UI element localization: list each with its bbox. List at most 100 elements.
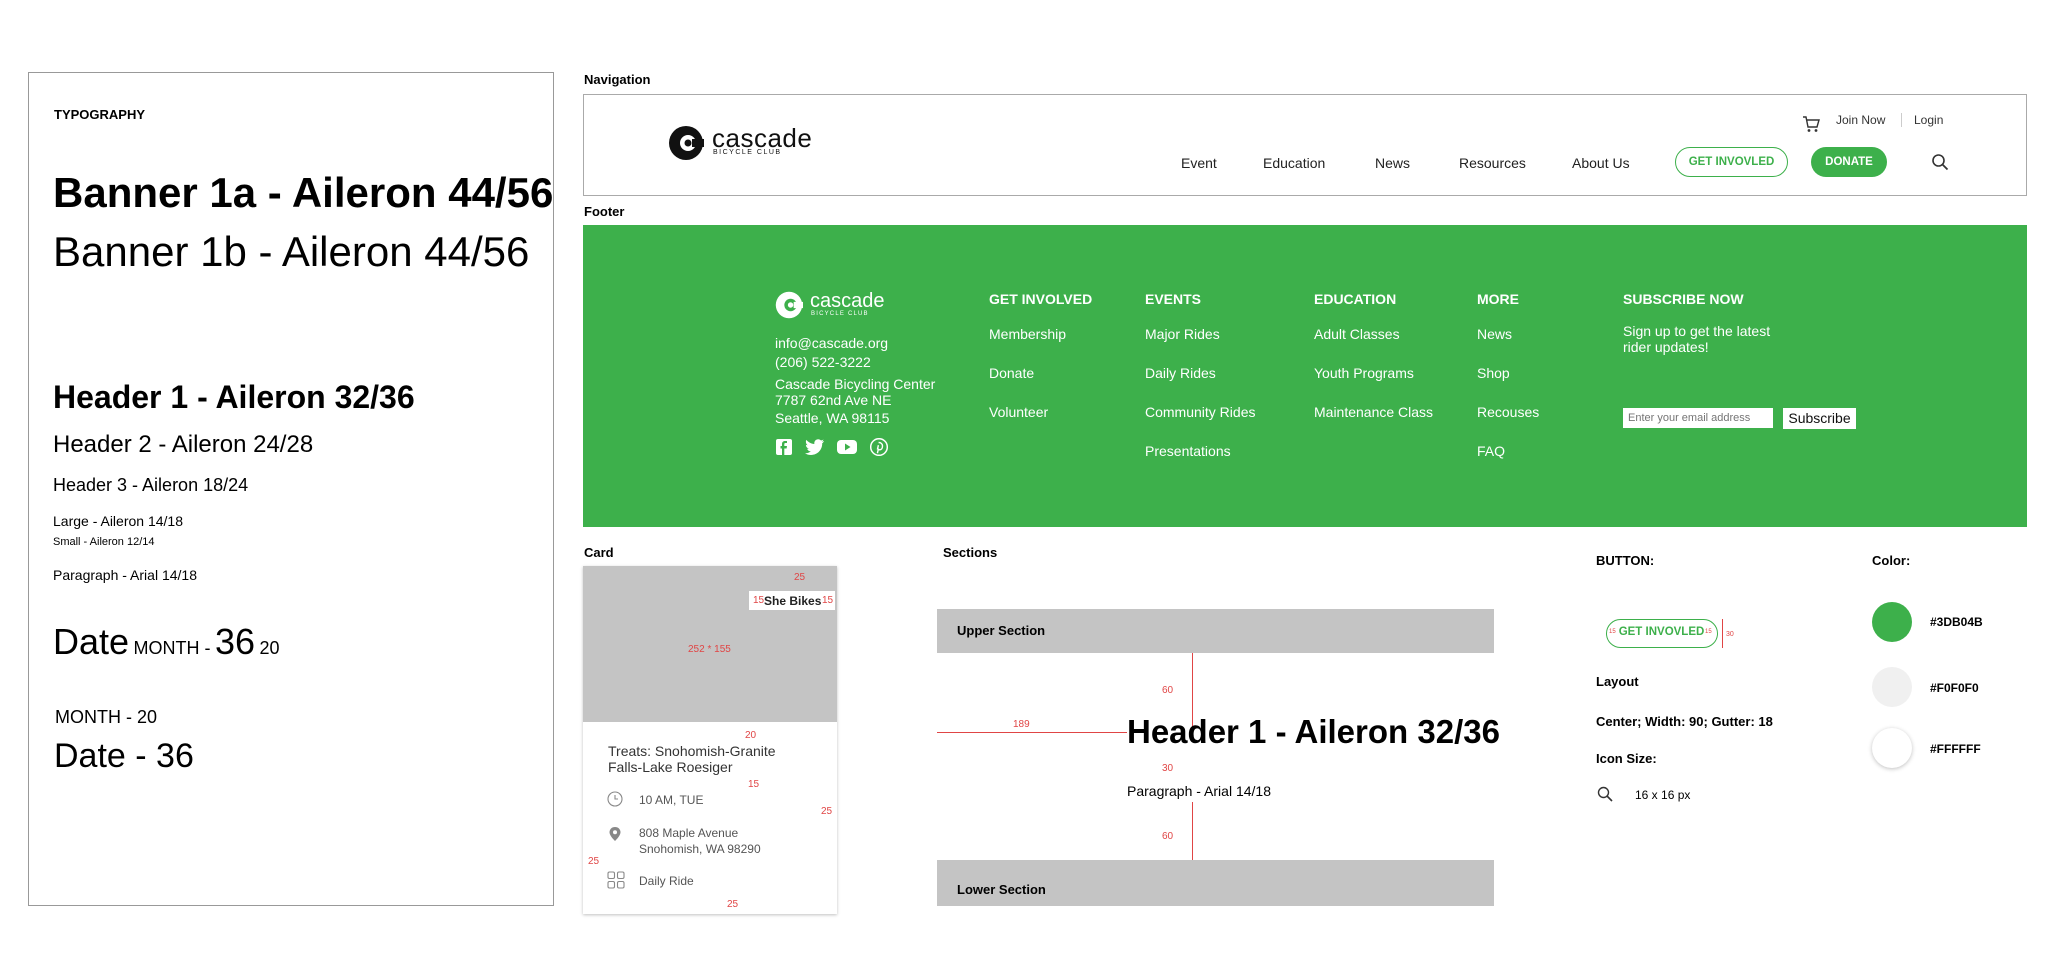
spacing-line-bottom (1192, 802, 1193, 860)
typography-panel: TYPOGRAPHY Banner 1a - Aileron 44/56 Ban… (28, 72, 554, 906)
footer-col-events-heading: EVENTS (1145, 291, 1202, 307)
color-swatch-white-label: #FFFFFF (1930, 742, 1981, 756)
button-height-line (1722, 619, 1723, 648)
subscribe-email-input[interactable] (1623, 408, 1773, 428)
footer-email[interactable]: info@cascade.org (775, 335, 888, 352)
date-year: 20 (259, 638, 280, 658)
date-sample-a: Date MONTH - 36 20 (53, 621, 279, 663)
footer-address-line-1: Cascade Bicycling Center (775, 376, 936, 392)
typography-title: TYPOGRAPHY (54, 107, 146, 122)
footer: cascade BICYCLE CLUB info@cascade.org (2… (583, 225, 2027, 527)
sections-spacing-bottom: 60 (1162, 831, 1174, 842)
footer-link-membership[interactable]: Membership (989, 326, 1066, 342)
footer-phone[interactable]: (206) 522-3222 (775, 354, 871, 371)
search-icon[interactable] (1931, 153, 1949, 171)
card-time: 10 AM, TUE (639, 793, 704, 807)
footer-link-shop[interactable]: Shop (1477, 365, 1510, 381)
button-spec-sample-label: GET INVOVLED (1618, 626, 1705, 638)
subscribe-button[interactable]: Subscribe (1783, 408, 1856, 429)
small-sample: Small - Aileron 12/14 (53, 536, 155, 548)
lower-section-label: Lower Section (957, 882, 1046, 897)
join-now-link[interactable]: Join Now (1836, 113, 1885, 127)
event-card[interactable]: 25 15 She Bikes 15 252 * 155 20 Treats: … (583, 566, 837, 914)
layout-value: Center; Width: 90; Gutter: 18 (1596, 714, 1773, 729)
footer-link-major-rides[interactable]: Major Rides (1145, 326, 1220, 342)
color-label: Color: (1872, 553, 1911, 568)
nav-item-event[interactable]: Event (1181, 155, 1217, 171)
cascade-logo-icon (669, 126, 704, 160)
spacing-line-left (937, 732, 1127, 733)
button-spec-height: 30 (1726, 631, 1734, 638)
card-address-line-2: Snohomish, WA 98290 (639, 842, 761, 856)
footer-address-line-3: Seattle, WA 98115 (775, 410, 890, 426)
nav-logo-sub: BICYCLE CLUB (713, 149, 782, 156)
footer-logo-sub: BICYCLE CLUB (811, 311, 869, 317)
sections-spacing-left: 189 (1013, 719, 1030, 730)
card-title-line-2: Falls-Lake Roesiger (608, 759, 733, 775)
header-3-sample: Header 3 - Aileron 18/24 (53, 475, 249, 495)
footer-link-maintenance-class[interactable]: Maintenance Class (1314, 404, 1433, 420)
card-spacing-tag-right: 15 (822, 595, 834, 606)
footer-logo-word: cascade (810, 290, 885, 312)
color-swatch-light-gray-label: #F0F0F0 (1930, 681, 1979, 695)
sections-section-label: Sections (943, 545, 998, 560)
footer-link-daily-rides[interactable]: Daily Rides (1145, 365, 1216, 381)
footer-link-news[interactable]: News (1477, 326, 1512, 342)
banner-1a-sample: Banner 1a - Aileron 44/56 (53, 169, 554, 216)
location-pin-icon (609, 827, 621, 841)
footer-col-education-heading: EDUCATION (1314, 291, 1397, 307)
large-sample: Large - Aileron 14/18 (53, 513, 183, 529)
twitter-icon[interactable] (805, 438, 825, 456)
card-image-size: 252 * 155 (688, 644, 731, 655)
card-tag: She Bikes (764, 594, 822, 608)
search-icon (1597, 786, 1613, 802)
nav-item-about-us[interactable]: About Us (1572, 155, 1630, 171)
nav-item-news[interactable]: News (1375, 155, 1410, 171)
cart-icon[interactable] (1802, 115, 1820, 133)
card-spacing-title-gap: 15 (748, 779, 760, 790)
footer-link-youth-programs[interactable]: Youth Programs (1314, 365, 1414, 381)
paragraph-sample: Paragraph - Arial 14/18 (53, 567, 197, 583)
color-swatch-green (1872, 602, 1912, 642)
date-sample-b-date: Date - 36 (54, 737, 194, 775)
card-title-line-1: Treats: Snohomish-Granite (608, 743, 776, 759)
layout-label: Layout (1596, 674, 1639, 689)
footer-link-volunteer[interactable]: Volunteer (989, 404, 1048, 420)
sections-spacing-top: 60 (1162, 685, 1174, 696)
header-1-sample: Header 1 - Aileron 32/36 (53, 379, 415, 415)
pinterest-icon[interactable] (870, 438, 888, 456)
nav-item-resources[interactable]: Resources (1459, 155, 1526, 171)
footer-link-recouses[interactable]: Recouses (1477, 404, 1539, 420)
footer-link-community-rides[interactable]: Community Rides (1145, 404, 1255, 420)
card-spacing-right: 25 (821, 806, 833, 817)
button-spec-sample[interactable]: 15 GET INVOVLED 15 (1606, 619, 1718, 648)
footer-link-presentations[interactable]: Presentations (1145, 443, 1231, 459)
button-spec-pad-right: 15 (1705, 629, 1712, 635)
navigation-section-label: Navigation (584, 72, 651, 87)
navigation-bar: cascade BICYCLE CLUB Join Now Login Even… (583, 94, 2027, 196)
card-spacing-tag-left: 15 (753, 595, 765, 606)
sections-heading: Header 1 - Aileron 32/36 (1127, 713, 1500, 750)
sections-spacing-middle: 30 (1162, 763, 1174, 774)
facebook-icon[interactable] (775, 438, 793, 456)
card-address-line-1: 808 Maple Avenue (639, 826, 739, 840)
youtube-icon[interactable] (837, 439, 857, 455)
card-type: Daily Ride (639, 874, 694, 888)
footer-link-adult-classes[interactable]: Adult Classes (1314, 326, 1400, 342)
category-grid-icon (607, 871, 625, 889)
footer-address-line-2: 7787 62nd Ave NE (775, 392, 892, 408)
date-word: Date (53, 621, 130, 662)
date-sample-b-month: MONTH - 20 (55, 707, 158, 727)
color-swatch-green-label: #3DB04B (1930, 615, 1983, 629)
nav-divider (1901, 113, 1902, 127)
footer-link-donate[interactable]: Donate (989, 365, 1034, 381)
color-swatch-white (1872, 728, 1912, 768)
get-involved-button[interactable]: GET INVOVLED (1675, 147, 1788, 177)
footer-link-faq[interactable]: FAQ (1477, 443, 1505, 459)
donate-button[interactable]: DONATE (1811, 147, 1887, 177)
subscribe-text-line-1: Sign up to get the latest (1623, 323, 1771, 339)
date-day: 36 (214, 621, 255, 662)
login-link[interactable]: Login (1914, 113, 1943, 127)
clock-icon (607, 791, 623, 807)
nav-item-education[interactable]: Education (1263, 155, 1325, 171)
